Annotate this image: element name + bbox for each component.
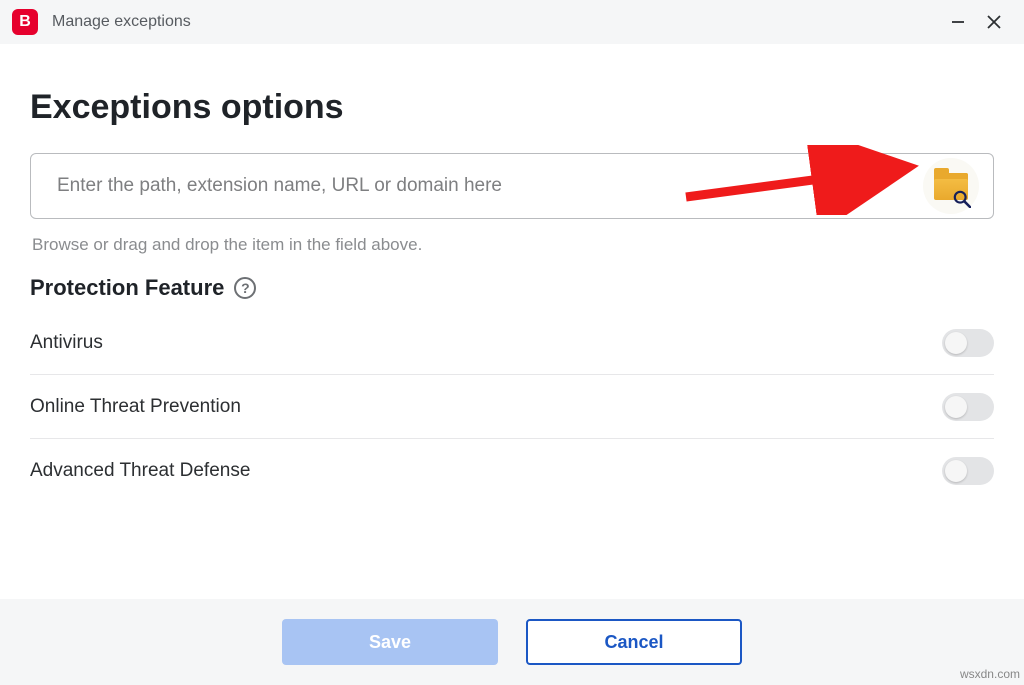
feature-label: Advanced Threat Defense bbox=[30, 460, 250, 482]
toggle-advanced-threat[interactable] bbox=[942, 457, 994, 485]
browse-button[interactable] bbox=[923, 158, 979, 214]
footer: Save Cancel bbox=[0, 599, 1024, 685]
titlebar: B Manage exceptions bbox=[0, 0, 1024, 44]
feature-row-online-threat: Online Threat Prevention bbox=[30, 375, 994, 439]
watermark: wsxdn.com bbox=[960, 667, 1020, 681]
save-button[interactable]: Save bbox=[282, 619, 498, 665]
section-label: Protection Feature bbox=[30, 275, 224, 301]
path-input-row bbox=[30, 153, 994, 219]
toggle-antivirus[interactable] bbox=[942, 329, 994, 357]
toggle-online-threat[interactable] bbox=[942, 393, 994, 421]
section-header: Protection Feature ? bbox=[30, 275, 994, 301]
page-title: Exceptions options bbox=[30, 88, 994, 127]
magnifier-icon bbox=[953, 190, 971, 208]
cancel-button[interactable]: Cancel bbox=[526, 619, 742, 665]
minimize-button[interactable] bbox=[940, 7, 976, 37]
feature-label: Antivirus bbox=[30, 332, 103, 354]
feature-row-advanced-threat: Advanced Threat Defense bbox=[30, 439, 994, 503]
path-input[interactable] bbox=[55, 174, 923, 198]
content-area: Exceptions options Browse or drag and dr… bbox=[0, 44, 1024, 503]
help-icon[interactable]: ? bbox=[234, 277, 256, 299]
app-logo: B bbox=[12, 9, 38, 35]
window-title: Manage exceptions bbox=[52, 13, 191, 31]
feature-row-antivirus: Antivirus bbox=[30, 311, 994, 375]
feature-label: Online Threat Prevention bbox=[30, 396, 241, 418]
input-hint: Browse or drag and drop the item in the … bbox=[32, 235, 994, 255]
close-button[interactable] bbox=[976, 7, 1012, 37]
